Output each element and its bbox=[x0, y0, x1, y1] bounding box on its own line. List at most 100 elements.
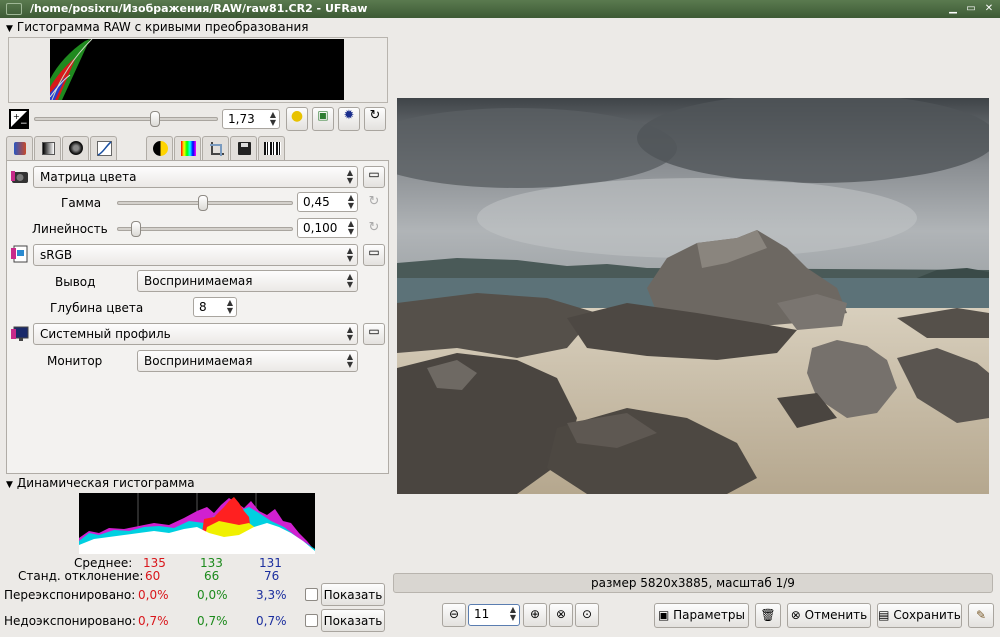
zoom-out-icon: ⊖ bbox=[448, 607, 460, 621]
raw-histogram[interactable] bbox=[50, 39, 344, 100]
zoom-in-button[interactable]: ⊕ bbox=[523, 603, 547, 627]
bit-depth-spinbox[interactable]: 8 ▲ ▼ bbox=[193, 297, 237, 317]
gamma-value: 0,45 bbox=[303, 195, 330, 209]
crop-icon bbox=[210, 142, 224, 156]
maximize-icon[interactable]: ▭ bbox=[964, 3, 978, 15]
monitor-intent-combo[interactable]: Воспринимаемая ▲ ▼ bbox=[137, 350, 358, 372]
underexposed-red: 0,7% bbox=[138, 614, 169, 628]
preview-image[interactable] bbox=[397, 98, 989, 494]
bit-depth-label: Глубина цвета bbox=[50, 301, 144, 315]
exposure-spinbox[interactable]: 1,73 ▲ ▼ bbox=[222, 109, 280, 129]
tab-base-curve[interactable] bbox=[90, 136, 117, 160]
trash-icon: 🗑 bbox=[760, 608, 776, 622]
delete-button[interactable]: 🗑 bbox=[755, 603, 781, 628]
gimp-icon: ✎ bbox=[975, 608, 987, 622]
raw-histogram-expander[interactable]: ▼ Гистограмма RAW с кривыми преобразовани… bbox=[6, 20, 308, 34]
output-profile-open-button[interactable]: ▭ bbox=[363, 244, 385, 266]
std-green: 66 bbox=[204, 569, 220, 583]
spin-arrows-icon[interactable]: ▲ ▼ bbox=[348, 220, 354, 236]
minimize-icon[interactable]: ▁ bbox=[946, 3, 960, 15]
tab-lens[interactable] bbox=[62, 136, 89, 160]
gamma-slider-thumb[interactable] bbox=[197, 195, 208, 211]
floppy-icon bbox=[238, 142, 251, 155]
combo-arrows-icon: ▲ ▼ bbox=[346, 325, 353, 342]
barcode-icon bbox=[264, 142, 281, 155]
reset-exposure-button[interactable]: ↻ bbox=[364, 107, 386, 131]
tab-save[interactable] bbox=[230, 136, 257, 160]
gear-icon: ✹ bbox=[343, 108, 355, 123]
landscape-photo bbox=[397, 98, 989, 494]
tab-white-balance[interactable] bbox=[6, 136, 33, 160]
window-menu-icon[interactable] bbox=[6, 3, 22, 15]
tab-lightness[interactable] bbox=[174, 136, 201, 160]
display-profile-value: Системный профиль bbox=[40, 327, 171, 341]
combo-arrows-icon: ▲ ▼ bbox=[346, 168, 353, 185]
curve-icon bbox=[97, 141, 112, 156]
save-button[interactable]: ▤ Сохранить bbox=[877, 603, 962, 628]
zoom-100-button[interactable]: ⊙ bbox=[575, 603, 599, 627]
zoom-spinbox[interactable]: 11 ▲ ▼ bbox=[468, 604, 520, 626]
exposure-slider[interactable] bbox=[34, 117, 218, 121]
svg-text:−: − bbox=[20, 119, 28, 129]
svg-text:+: + bbox=[13, 112, 20, 121]
restore-details-button[interactable]: ▣ bbox=[312, 107, 334, 131]
linearity-slider[interactable] bbox=[117, 227, 293, 231]
spin-arrows-icon[interactable]: ▲ ▼ bbox=[348, 194, 354, 210]
show-underexposed-checkbox[interactable] bbox=[305, 614, 318, 627]
cancel-button[interactable]: ⊗ Отменить bbox=[787, 603, 871, 628]
zoom-fit-button[interactable]: ⊗ bbox=[549, 603, 573, 627]
tab-grayscale[interactable] bbox=[34, 136, 61, 160]
cancel-label: Отменить bbox=[804, 608, 868, 622]
linearity-spinbox[interactable]: 0,100 ▲ ▼ bbox=[297, 218, 358, 238]
show-overexposed-button[interactable]: Показать bbox=[321, 583, 385, 606]
folder-icon: ▭ bbox=[368, 324, 380, 338]
linearity-reset-icon[interactable]: ↻ bbox=[365, 220, 383, 238]
show-overexposed-checkbox[interactable] bbox=[305, 588, 318, 601]
std-blue: 76 bbox=[264, 569, 280, 583]
overexposed-green: 0,0% bbox=[197, 588, 228, 602]
options-label: Параметры bbox=[673, 608, 746, 622]
exposure-slider-thumb[interactable] bbox=[149, 111, 160, 127]
input-profile-value: Матрица цвета bbox=[40, 170, 137, 184]
image-icon: ▣ bbox=[317, 108, 329, 122]
bulb-icon: ● bbox=[290, 108, 304, 124]
tab-exif[interactable] bbox=[258, 136, 285, 160]
save-label: Сохранить bbox=[893, 608, 961, 622]
spin-arrows-icon[interactable]: ▲ ▼ bbox=[270, 111, 276, 127]
send-to-gimp-button[interactable]: ✎ bbox=[968, 603, 994, 628]
spin-arrows-icon[interactable]: ▲ ▼ bbox=[510, 606, 516, 622]
tab-correction[interactable] bbox=[146, 136, 173, 160]
zoom-out-button[interactable]: ⊖ bbox=[442, 603, 466, 627]
linearity-slider-thumb[interactable] bbox=[131, 221, 142, 237]
zoom-fit-icon: ⊗ bbox=[555, 607, 567, 621]
raw-histogram-frame bbox=[8, 37, 388, 103]
tab-bar bbox=[6, 134, 390, 294]
output-profile-combo[interactable]: sRGB ▲ ▼ bbox=[33, 244, 358, 266]
output-profile-icon bbox=[11, 245, 29, 263]
live-histogram-expander[interactable]: ▼ Динамическая гистограмма bbox=[6, 476, 195, 490]
linearity-value: 0,100 bbox=[303, 221, 338, 235]
combo-arrows-icon: ▲ ▼ bbox=[346, 272, 353, 289]
gamma-spinbox[interactable]: 0,45 ▲ ▼ bbox=[297, 192, 358, 212]
title-bar: /home/posixru/Изображения/RAW/raw81.CR2 … bbox=[0, 0, 1000, 18]
tab-crop[interactable] bbox=[202, 136, 229, 160]
rainbow-icon bbox=[181, 141, 196, 156]
live-histogram[interactable] bbox=[79, 493, 315, 554]
show-underexposed-button[interactable]: Показать bbox=[321, 609, 385, 632]
spin-arrows-icon[interactable]: ▲ ▼ bbox=[227, 299, 233, 315]
exposure-value: 1,73 bbox=[228, 112, 255, 126]
gamma-reset-icon[interactable]: ↻ bbox=[365, 194, 383, 212]
mean-label: Среднее: bbox=[74, 556, 133, 570]
expander-arrow-icon: ▼ bbox=[6, 24, 13, 34]
input-profile-open-button[interactable]: ▭ bbox=[363, 166, 385, 188]
auto-exposure-button[interactable]: ● bbox=[286, 107, 308, 131]
display-profile-combo[interactable]: Системный профиль ▲ ▼ bbox=[33, 323, 358, 345]
raw-histogram-title: Гистограмма RAW с кривыми преобразования bbox=[16, 20, 309, 34]
monitor-intent-label: Монитор bbox=[47, 354, 103, 368]
display-profile-open-button[interactable]: ▭ bbox=[363, 323, 385, 345]
input-profile-combo[interactable]: Матрица цвета ▲ ▼ bbox=[33, 166, 358, 188]
clip-settings-button[interactable]: ✹ bbox=[338, 107, 360, 131]
options-button[interactable]: ▣ Параметры bbox=[654, 603, 749, 628]
output-intent-combo[interactable]: Воспринимаемая ▲ ▼ bbox=[137, 270, 358, 292]
close-icon[interactable]: ✕ bbox=[982, 3, 996, 15]
